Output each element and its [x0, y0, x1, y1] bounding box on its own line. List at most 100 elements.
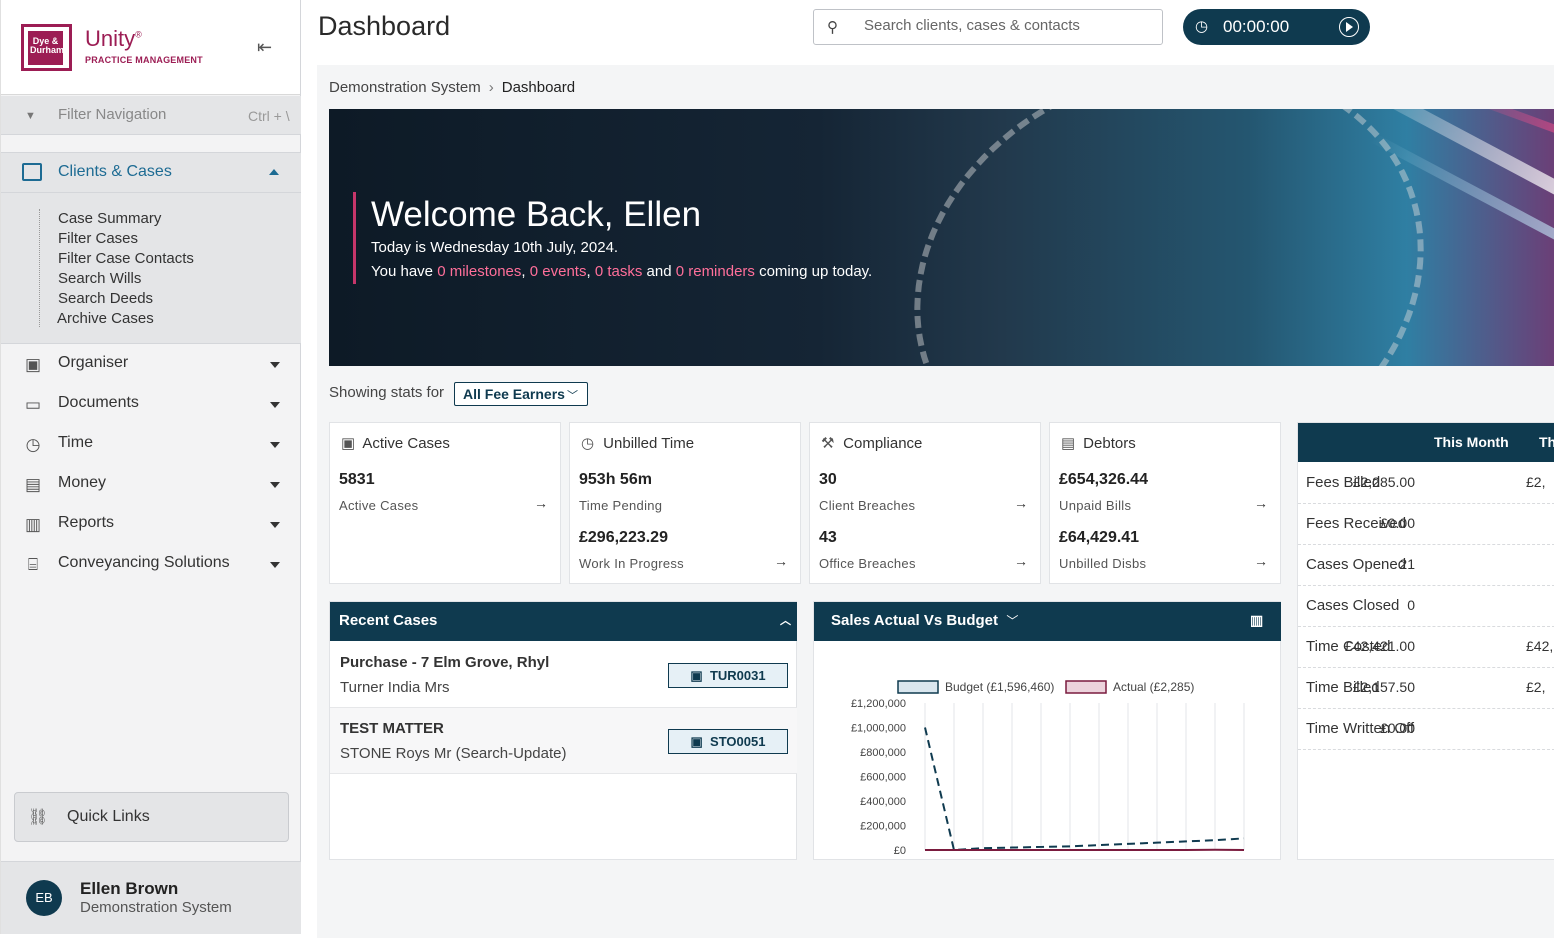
unbilled-disbs-label: Unbilled Disbs [1059, 556, 1147, 571]
conveyancing-icon: ⌸ [27, 555, 39, 574]
filter-navigation-input[interactable]: ▼ Filter Navigation Ctrl + \ [1, 96, 301, 135]
reminders-link[interactable]: 0 reminders [676, 263, 755, 280]
user-profile[interactable]: EB Ellen Brown Demonstration System [1, 861, 301, 934]
chevron-down-icon [270, 522, 280, 528]
table-row: Time Written Off £0.00 [1298, 709, 1554, 750]
card-title: Debtors [1083, 435, 1136, 452]
arrow-right-icon[interactable]: → [1014, 553, 1028, 569]
briefcase-icon: ▣ [690, 668, 703, 683]
events-link[interactable]: 0 events [530, 263, 587, 280]
breadcrumb-root[interactable]: Demonstration System [329, 79, 481, 96]
bar-chart-icon[interactable]: ▥ [1250, 612, 1263, 629]
case-title: Purchase - 7 Elm Grove, Rhyl [340, 654, 550, 671]
table-row: Fees Received £0.00 [1298, 504, 1554, 545]
subnav-filter-case-contacts[interactable]: Filter Case Contacts [58, 250, 194, 267]
fee-earner-value: All Fee Earners [463, 386, 565, 402]
row-value: £2, [1526, 474, 1546, 490]
subnav-search-deeds[interactable]: Search Deeds [58, 290, 153, 307]
stopwatch-icon: ◷ [1195, 18, 1209, 35]
case-ref-button[interactable]: ▣ STO0051 [668, 729, 788, 754]
milestones-link[interactable]: 0 milestones [437, 263, 521, 280]
subnav-archive-cases[interactable]: Archive Cases [57, 310, 154, 327]
company-logo: Dye & Durham [21, 24, 72, 71]
global-search[interactable]: ⚲ [813, 9, 1163, 45]
unpaid-bills-label: Unpaid Bills [1059, 498, 1132, 513]
welcome-heading: Welcome Back, Ellen [371, 195, 702, 234]
list-item[interactable]: Purchase - 7 Elm Grove, Rhyl Turner Indi… [330, 642, 797, 708]
legend-swatch[interactable] [897, 680, 939, 694]
gavel-icon: ⚒ [821, 435, 835, 452]
nav-money[interactable]: ▤ Money [1, 464, 301, 504]
client-breaches-label: Client Breaches [819, 498, 916, 513]
card-title: Compliance [843, 435, 923, 452]
arrow-right-icon[interactable]: → [774, 553, 788, 569]
arrow-right-icon[interactable]: → [1254, 553, 1268, 569]
filter-shortcut: Ctrl + \ [248, 108, 290, 124]
nav-label: Time [58, 434, 93, 451]
tasks-link[interactable]: 0 tasks [595, 263, 643, 280]
chevron-down-icon [270, 402, 280, 408]
legend-swatch[interactable] [1065, 680, 1107, 694]
fee-earner-select[interactable]: All Fee Earners ﹀ [454, 382, 588, 406]
arrow-right-icon[interactable]: → [1254, 495, 1268, 511]
legend-label[interactable]: Budget (£1,596,460) [945, 680, 1054, 694]
search-input[interactable] [864, 17, 1144, 34]
arrow-right-icon[interactable]: → [534, 495, 548, 511]
subnav-clients-cases: Case Summary Filter Cases Filter Case Co… [1, 193, 301, 344]
subnav-search-wills[interactable]: Search Wills [58, 270, 141, 287]
row-value: £42, [1526, 638, 1554, 654]
table-row: Fees Billed £2,285.00 £2, [1298, 463, 1554, 504]
table-header: This Month Th [1298, 423, 1554, 462]
breadcrumb-current: Dashboard [501, 79, 576, 96]
nav-label: Documents [58, 394, 139, 411]
nav-time[interactable]: ◷ Time [1, 424, 301, 464]
series-line[interactable] [924, 727, 1245, 852]
time-pending-value: 953h 56m [579, 471, 652, 488]
time-recorder[interactable]: ◷ 00:00:00 [1183, 9, 1370, 45]
legend-label[interactable]: Actual (£2,285) [1113, 680, 1194, 694]
arrow-right-icon[interactable]: → [1014, 495, 1028, 511]
compliance-card: ⚒ Compliance 30 Client Breaches → 43 Off… [809, 422, 1041, 584]
today-date: Today is Wednesday 10th July, 2024. [371, 239, 619, 256]
card-header: ▤ Debtors [1061, 434, 1136, 452]
chevron-up-icon [269, 169, 279, 175]
y-axis: £1,200,000 £1,000,000 £800,000 £600,000 £400… [851, 698, 906, 857]
subnav-filter-cases[interactable]: Filter Cases [58, 230, 138, 247]
subnav-case-summary[interactable]: Case Summary [58, 210, 161, 227]
nav-conveyancing-solutions[interactable]: ⌸ Conveyancing Solutions [1, 544, 301, 584]
summary-text: You have [371, 263, 434, 280]
case-title: TEST MATTER [340, 720, 444, 737]
column-header: This Month [1434, 434, 1509, 450]
chevron-up-icon[interactable]: ︿ [780, 612, 791, 628]
chevron-down-icon [270, 562, 280, 568]
nav-clients-cases[interactable]: Clients & Cases [1, 152, 301, 193]
nav-documents[interactable]: ▭ Documents [1, 384, 301, 424]
nav-organiser[interactable]: ▣ Organiser [1, 344, 301, 384]
unpaid-bills-value: £654,326.44 [1059, 471, 1148, 488]
panel-header: Sales Actual Vs Budget ﹀ ▥ [814, 602, 1281, 641]
case-ref-button[interactable]: ▣ TUR0031 [668, 663, 788, 688]
wip-label: Work In Progress [579, 556, 684, 571]
summary-text: coming up today. [759, 263, 873, 280]
search-icon: ⚲ [827, 19, 838, 36]
row-label: Cases Opened [1306, 556, 1407, 573]
chart-title[interactable]: Sales Actual Vs Budget ﹀ [831, 612, 1018, 629]
list-item[interactable]: TEST MATTER STONE Roys Mr (Search-Update… [330, 708, 797, 774]
chart-legend: Budget (£1,596,460) Actual (£2,285) [897, 680, 1194, 694]
nav-reports[interactable]: ▥ Reports [1, 504, 301, 544]
row-label: Cases Closed [1306, 597, 1400, 614]
play-icon[interactable] [1339, 17, 1359, 37]
active-cases-label: Active Cases [339, 498, 419, 513]
logo-area: Dye & Durham Unity® PRACTICE MANAGEMENT … [1, 0, 300, 95]
row-value: £2, [1526, 679, 1546, 695]
card-header: ▣ Active Cases [341, 434, 450, 452]
office-breaches-label: Office Breaches [819, 556, 916, 571]
card-header: ⚒ Compliance [821, 434, 922, 452]
row-value: £42,421.00 [1344, 638, 1415, 654]
receipt-icon: ▤ [1061, 435, 1076, 452]
collapse-sidebar-icon[interactable]: ⇤ [257, 37, 272, 58]
briefcase-icon [22, 163, 42, 181]
upcoming-summary: You have 0 milestones, 0 events, 0 tasks… [371, 263, 872, 280]
quick-links-button[interactable]: ⛓ Quick Links [14, 792, 289, 842]
card-title: Active Cases [362, 435, 450, 452]
